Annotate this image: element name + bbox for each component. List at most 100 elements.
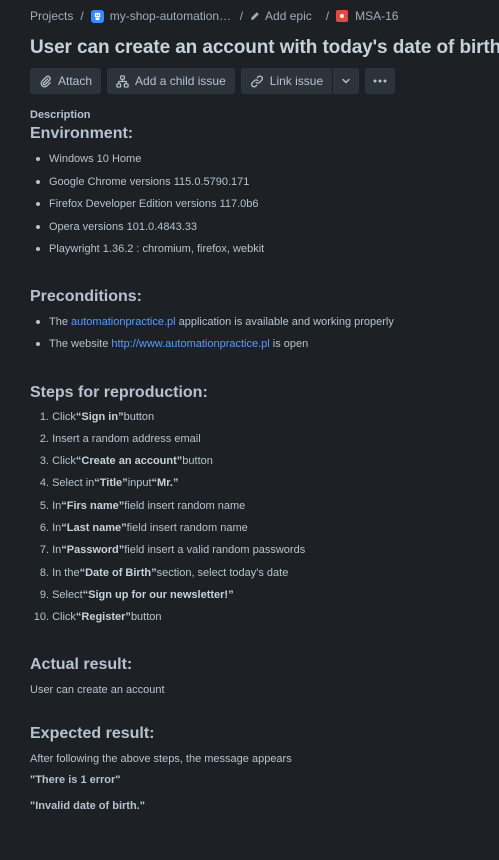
description-body[interactable]: Environment: Windows 10 Home Google Chro… xyxy=(30,123,499,812)
link-issue-button[interactable]: Link issue xyxy=(240,68,333,94)
list-item: 2. Insert a random address email xyxy=(30,428,499,450)
list-item: 4. Select in “Title” input “Mr.” xyxy=(30,472,499,494)
preconditions-heading: Preconditions: xyxy=(30,287,143,305)
list-item: 1. Click “Sign in” button xyxy=(30,406,499,428)
text: In xyxy=(52,499,62,512)
text: button xyxy=(182,455,213,468)
text: application is available and working pro… xyxy=(175,315,394,328)
text: field insert random name xyxy=(126,521,248,534)
list-item: 3. Click “Create an account” button xyxy=(30,450,499,472)
paperclip-icon xyxy=(40,75,51,87)
error-message-2: "Invalid date of birth." xyxy=(30,800,145,813)
expected-result-text: After following the above steps, the mes… xyxy=(30,753,292,766)
link-issue-label: Link issue xyxy=(269,74,324,88)
list-item: 10. Click “Register” button xyxy=(30,606,499,628)
steps-heading: Steps for reproduction: xyxy=(30,383,208,401)
text: “Date of Birth” xyxy=(79,566,157,579)
expected-result-heading: Expected result: xyxy=(30,725,155,743)
breadcrumb-project[interactable]: my-shop-automationpr... xyxy=(90,9,233,23)
more-actions-button[interactable] xyxy=(365,68,396,94)
chevron-down-icon xyxy=(342,78,350,84)
automationpractice-link[interactable]: automationpractice.pl xyxy=(71,316,176,328)
text: The xyxy=(49,315,72,328)
website-url-link[interactable]: http://www.automationpractice.pl xyxy=(111,338,269,350)
bug-icon xyxy=(336,10,349,22)
list-item: Windows 10 Home xyxy=(30,148,499,171)
text: “Sign up for our newsletter!” xyxy=(82,588,234,601)
preconditions-list: The automationpractice.pl application is… xyxy=(30,311,499,356)
text: “Password” xyxy=(61,544,125,557)
text: The website xyxy=(49,338,112,350)
add-child-issue-button[interactable]: Add a child issue xyxy=(107,68,235,94)
text: Select in xyxy=(52,477,95,490)
breadcrumb-separator: / xyxy=(325,9,330,23)
breadcrumb-project-label: my-shop-automationpr... xyxy=(109,9,233,23)
list-item: 5. In “Firs name” field insert random na… xyxy=(30,495,499,517)
list-number: 10. xyxy=(33,611,49,624)
list-item: 9. Select “Sign up for our newsletter!” xyxy=(30,584,499,606)
text: field insert random name xyxy=(124,499,246,512)
text: “Create an account” xyxy=(75,455,183,468)
pencil-icon xyxy=(250,11,260,21)
add-epic-button[interactable]: Add epic xyxy=(250,9,312,23)
environment-heading: Environment: xyxy=(30,125,134,142)
actual-result-text: User can create an account xyxy=(30,684,165,697)
add-epic-label: Add epic xyxy=(265,9,312,23)
list-item: The automationpractice.pl application is… xyxy=(30,311,499,334)
more-horizontal-icon xyxy=(373,79,387,83)
list-number: 7. xyxy=(39,544,49,557)
text: Click xyxy=(52,611,76,624)
text: “Register” xyxy=(75,611,131,624)
list-number: 3. xyxy=(39,455,49,468)
attach-button[interactable]: Attach xyxy=(30,68,102,94)
text: “Mr.” xyxy=(151,477,179,490)
list-item: Firefox Developer Edition versions 117.0… xyxy=(30,193,499,216)
list-number: 2. xyxy=(39,432,49,445)
project-avatar-icon xyxy=(90,9,104,23)
list-item: 6. In “Last name” field insert random na… xyxy=(30,517,499,539)
issue-page: Projects / my-shop-automationpr... / Add… xyxy=(0,0,499,860)
environment-list: Windows 10 Home Google Chrome versions 1… xyxy=(30,148,499,261)
actual-result-heading: Actual result: xyxy=(30,656,133,674)
steps-list: 1. Click “Sign in” button 2. Insert a ra… xyxy=(30,406,499,629)
text: In xyxy=(52,521,62,534)
text: In xyxy=(52,544,62,557)
link-issue-group: Link issue xyxy=(240,68,360,94)
breadcrumb-issue-key[interactable]: MSA-16 xyxy=(336,9,398,23)
text: is open xyxy=(269,338,309,350)
text: Select xyxy=(52,588,83,601)
issue-title[interactable]: User can create an account with today's … xyxy=(30,35,499,61)
add-child-issue-label: Add a child issue xyxy=(135,74,226,88)
text: field insert a valid random passwords xyxy=(124,544,306,557)
issue-toolbar: Attach Add a child issue Link issue xyxy=(30,68,499,94)
breadcrumb-projects[interactable]: Projects xyxy=(30,9,73,23)
attach-label: Attach xyxy=(58,74,93,88)
list-number: 8. xyxy=(39,566,49,579)
list-number: 9. xyxy=(39,588,49,601)
list-item: 8. In the “Date of Birth” section, selec… xyxy=(30,562,499,584)
list-item: Playwright 1.36.2 : chromium, firefox, w… xyxy=(30,238,499,261)
issue-key-label: MSA-16 xyxy=(355,9,399,23)
breadcrumb-separator: / xyxy=(80,9,84,23)
list-number: 4. xyxy=(39,477,49,490)
text: “Last name” xyxy=(61,521,127,534)
breadcrumb: Projects / my-shop-automationpr... / Add… xyxy=(30,0,499,32)
text: section, select today's date xyxy=(156,566,289,579)
hierarchy-icon xyxy=(116,74,129,88)
error-message-1: "There is 1 error" xyxy=(30,774,121,787)
text: button xyxy=(130,611,162,624)
link-issue-dropdown-button[interactable] xyxy=(333,68,360,94)
text: In the xyxy=(52,566,80,579)
list-number: 6. xyxy=(39,521,49,534)
list-number: 1. xyxy=(39,410,49,423)
list-number: 5. xyxy=(39,499,49,512)
text: “Firs name” xyxy=(61,499,125,512)
breadcrumb-separator: / xyxy=(239,9,244,23)
description-label: Description xyxy=(30,109,91,121)
list-item: The website http://www.automationpractic… xyxy=(30,333,499,356)
text: “Sign in” xyxy=(75,410,124,423)
list-item: Google Chrome versions 115.0.5790.171 xyxy=(30,171,499,194)
text: button xyxy=(123,410,155,423)
text: input xyxy=(127,477,152,490)
text: Click xyxy=(52,455,76,468)
